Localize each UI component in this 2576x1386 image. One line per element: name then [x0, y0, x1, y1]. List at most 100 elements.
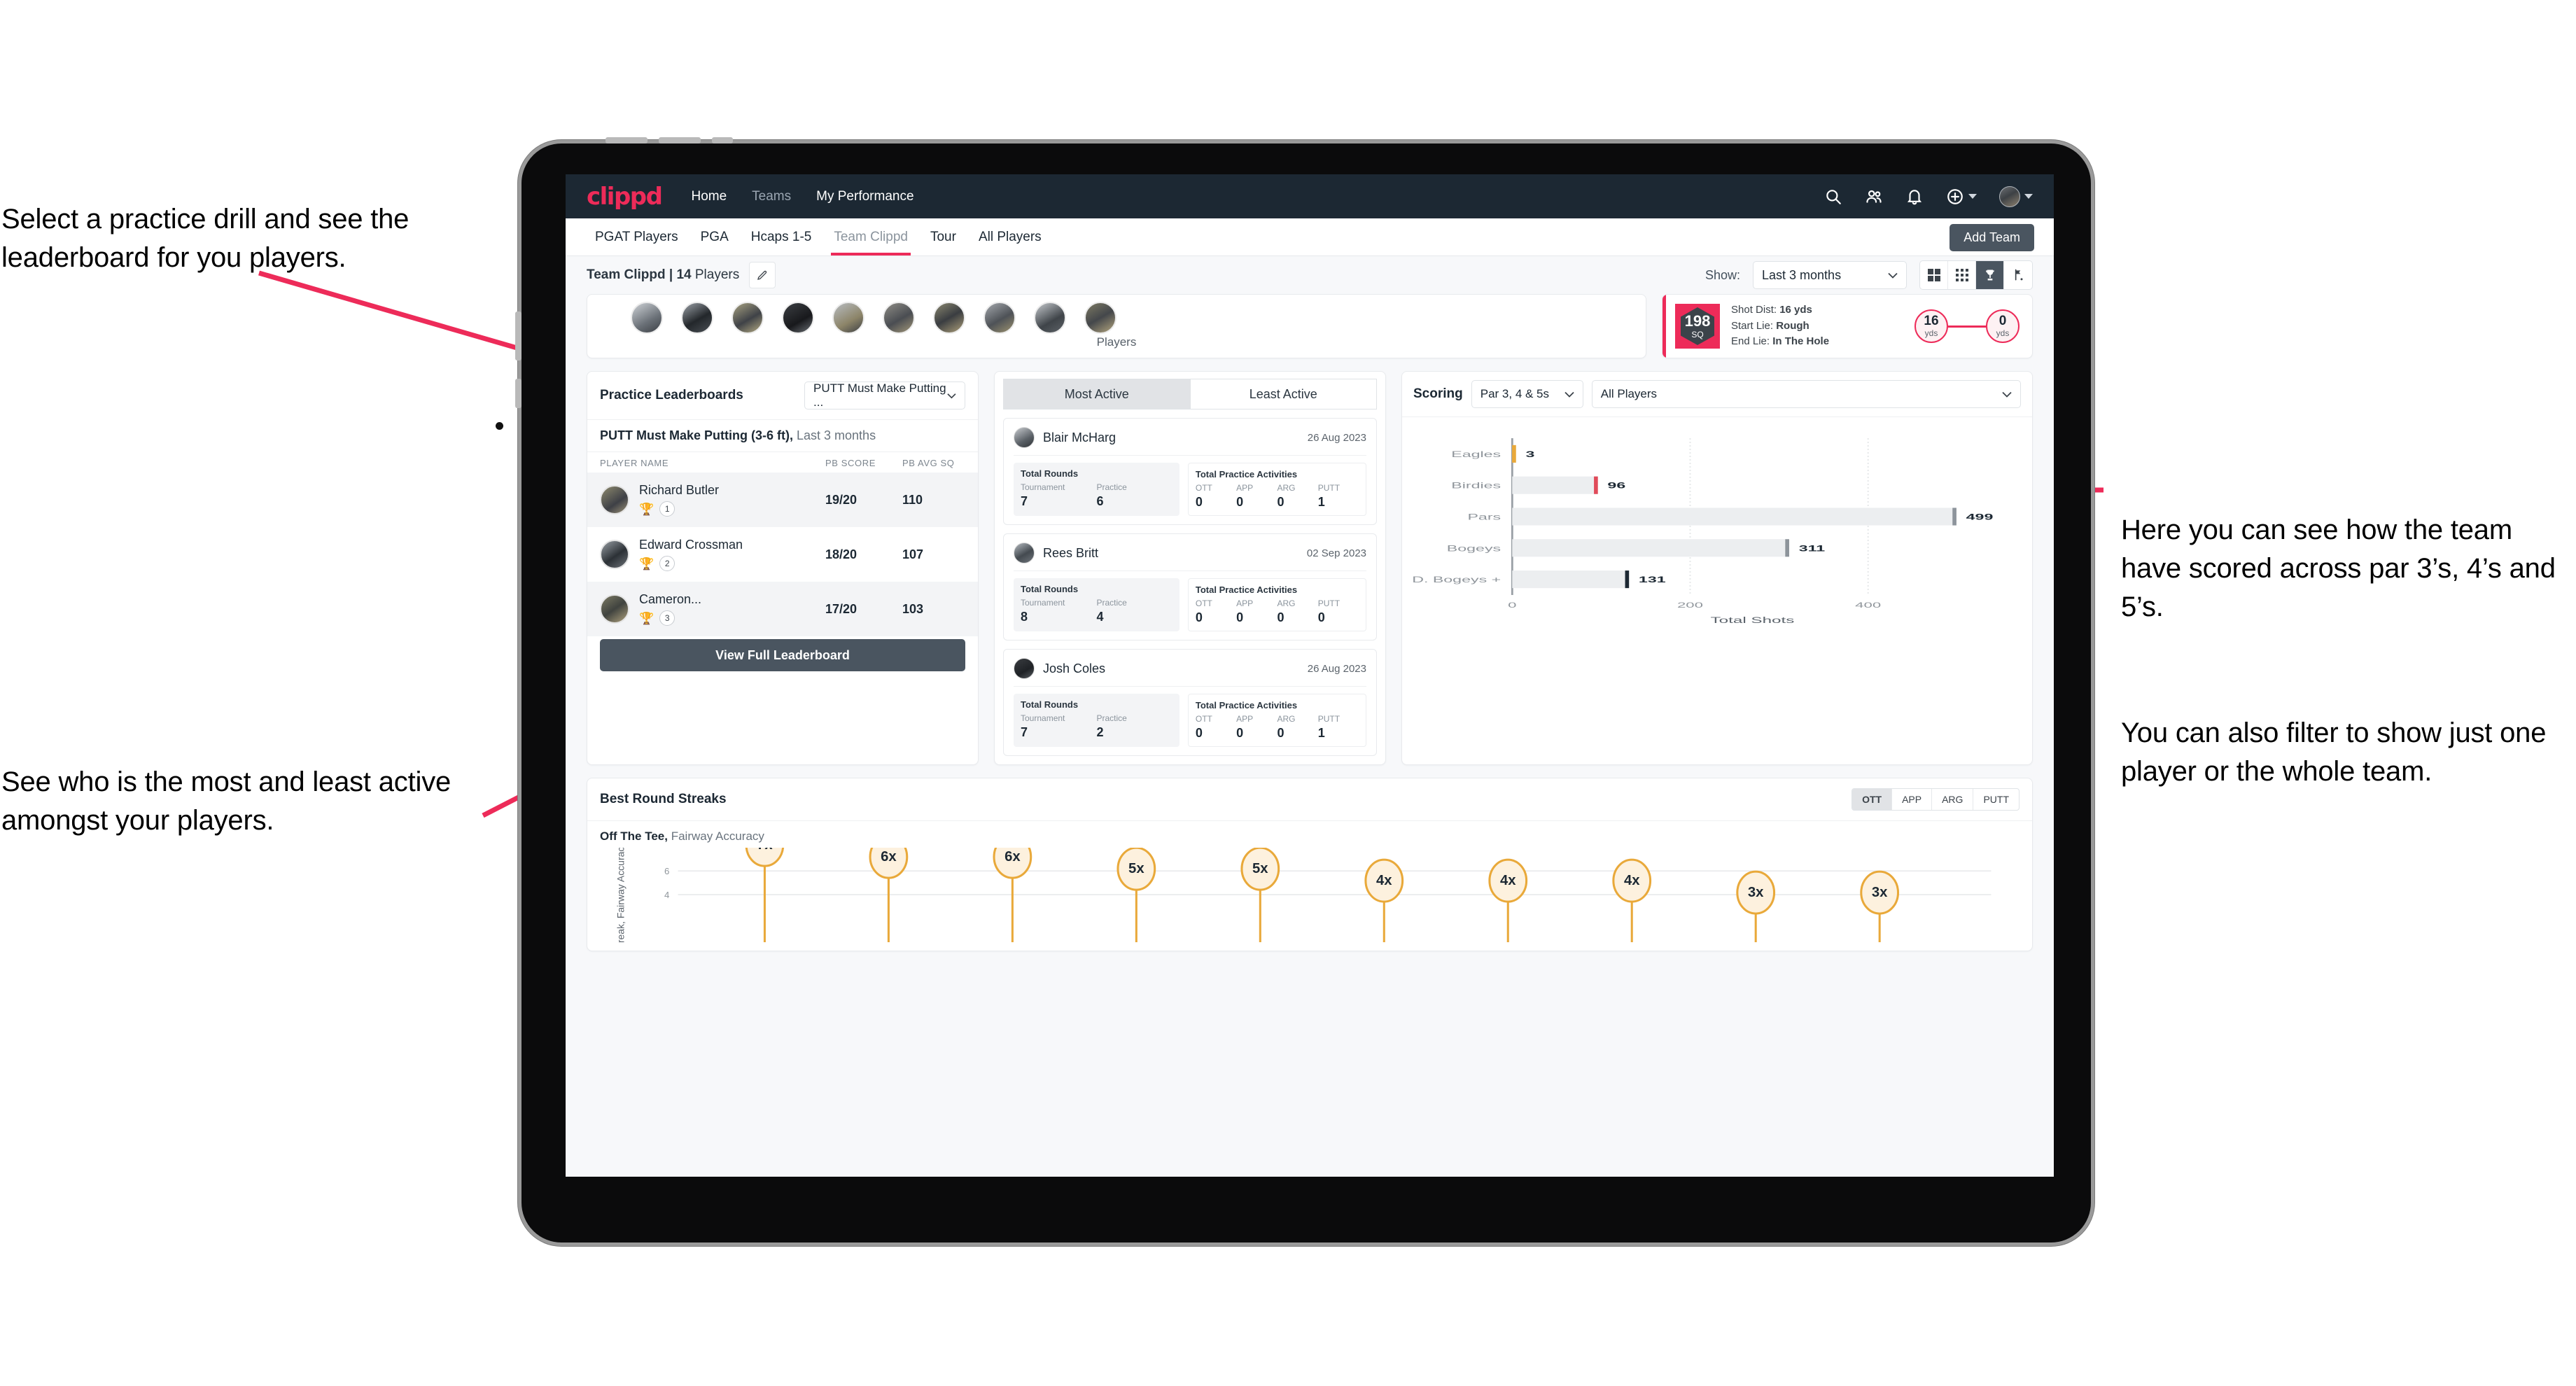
- top-navigation-bar: clippd Home Teams My Performance: [566, 174, 2054, 218]
- bar-cap: [1785, 539, 1789, 557]
- activity-tabs: Most Active Least Active: [995, 372, 1385, 410]
- column-pb-avg-sq: PB AVG SQ: [902, 458, 955, 468]
- account-menu-button[interactable]: [1999, 186, 2033, 207]
- list-item[interactable]: Josh Coles 26 Aug 2023 Total Rounds Tour…: [1003, 649, 1377, 756]
- total-rounds-header: Total Rounds: [1021, 584, 1079, 594]
- scoring-title: Scoring: [1413, 386, 1463, 401]
- tab-tour[interactable]: Tour: [919, 218, 967, 255]
- annotation-filter-explainer: You can also filter to show just one pla…: [2121, 718, 2547, 788]
- table-row[interactable]: Richard Butler 🏆 1 19/20 110: [587, 472, 978, 527]
- practice-value: 4: [1096, 610, 1104, 624]
- tab-least-active[interactable]: Least Active: [1189, 379, 1377, 410]
- avatar[interactable]: [832, 302, 864, 334]
- drill-select-value: PUTT Must Make Putting ...: [813, 382, 946, 409]
- x-tick-label: 200: [1677, 601, 1703, 610]
- toggle-arg[interactable]: ARG: [1932, 789, 1974, 810]
- leaderboard-column-headers: PLAYER NAME PB SCORE PB AVG SQ: [587, 451, 978, 472]
- practice-activities-header: Total Practice Activities: [1195, 700, 1298, 710]
- player-name: Blair McHarg: [1043, 430, 1116, 444]
- start-lie-line: Start Lie: Rough: [1731, 318, 1829, 335]
- pb-score-value: 17/20: [825, 601, 858, 616]
- streaks-title: Best Round Streaks: [600, 792, 727, 806]
- practice-value: 6: [1096, 494, 1104, 508]
- par-filter-select[interactable]: Par 3, 4 & 5s: [1471, 380, 1583, 408]
- leaderboard-drill-name: PUTT Must Make Putting (3-6 ft),: [600, 428, 793, 442]
- tab-all-players[interactable]: All Players: [967, 218, 1053, 255]
- nav-link-my-performance[interactable]: My Performance: [816, 189, 913, 204]
- team-title: Team Clippd | 14 Players: [587, 267, 739, 283]
- leaderboard-date-range: Last 3 months: [793, 428, 876, 442]
- tab-hcaps-1-5[interactable]: Hcaps 1-5: [740, 218, 823, 255]
- nav-link-home[interactable]: Home: [691, 189, 727, 204]
- practice-activities-header: Total Practice Activities: [1195, 469, 1298, 479]
- toggle-ott[interactable]: OTT: [1852, 789, 1893, 810]
- app-label: APP: [1236, 598, 1254, 608]
- arg-value: 0: [1277, 495, 1284, 509]
- drill-select[interactable]: PUTT Must Make Putting ...: [804, 382, 965, 410]
- y-tick-label: Pars: [1467, 512, 1501, 522]
- people-icon[interactable]: [1865, 188, 1883, 206]
- avatar: [1014, 427, 1035, 448]
- end-lie-value: In The Hole: [1772, 335, 1830, 348]
- player-filter-select[interactable]: All Players: [1591, 380, 2021, 408]
- start-distance-unit: yds: [1924, 328, 1938, 338]
- tab-most-active[interactable]: Most Active: [1003, 379, 1190, 410]
- practice-label: Practice: [1096, 713, 1127, 723]
- x-axis-label: Total Shots: [1711, 616, 1795, 625]
- list-item[interactable]: Rees Britt 02 Sep 2023 Total Rounds Tour…: [1003, 533, 1377, 640]
- avatar[interactable]: [782, 302, 814, 334]
- trophy-bronze-icon: 🏆: [639, 611, 654, 625]
- practice-activities-header: Total Practice Activities: [1195, 584, 1298, 595]
- scoring-card: Scoring Par 3, 4 & 5s All Players Eagles…: [1401, 371, 2033, 765]
- avatar[interactable]: [883, 302, 915, 334]
- streaks-category-toggle[interactable]: OTT APP ARG PUTT: [1851, 788, 2019, 811]
- shot-start-distance: 16 yds: [1914, 309, 1948, 343]
- avatar[interactable]: [983, 302, 1016, 334]
- view-full-leaderboard-button[interactable]: View Full Leaderboard: [600, 639, 965, 671]
- toggle-app[interactable]: APP: [1892, 789, 1933, 810]
- practice-value: 2: [1096, 725, 1104, 739]
- date-range-select[interactable]: Last 3 months: [1753, 261, 1907, 289]
- table-row[interactable]: Edward Crossman 🏆 2 18/20 107: [587, 527, 978, 582]
- tab-team-clippd[interactable]: Team Clippd: [822, 218, 919, 255]
- avatar[interactable]: [1999, 186, 2020, 207]
- tournament-value: 7: [1021, 725, 1028, 739]
- streaks-subtitle: Off The Tee, Fairway Accuracy: [587, 820, 2032, 844]
- clippd-logo[interactable]: clippd: [587, 183, 663, 211]
- view-mode-toggle[interactable]: [1919, 260, 2033, 290]
- list-item[interactable]: Blair McHarg 26 Aug 2023 Total Rounds To…: [1003, 418, 1377, 525]
- player-name: Richard Butler: [639, 483, 720, 497]
- view-grid-small-button[interactable]: [1948, 261, 1976, 289]
- view-grid-large-button[interactable]: [1920, 261, 1948, 289]
- ott-label: OTT: [1195, 714, 1212, 724]
- y-tick-label: Eagles: [1451, 449, 1501, 458]
- view-flag-button[interactable]: [2004, 261, 2032, 289]
- avatar[interactable]: [732, 302, 764, 334]
- x-tick-label: 0: [1508, 601, 1517, 610]
- avatar[interactable]: [681, 302, 713, 334]
- bell-icon[interactable]: [1905, 188, 1924, 206]
- tab-pga[interactable]: PGA: [690, 218, 740, 255]
- avatar: [600, 485, 629, 514]
- grid-small-icon: [1955, 269, 1968, 281]
- avatar[interactable]: [1034, 302, 1066, 334]
- avatar[interactable]: [631, 302, 663, 334]
- plus-circle-icon[interactable]: [1946, 188, 1964, 206]
- search-icon[interactable]: [1824, 188, 1842, 206]
- view-trophy-button[interactable]: [1976, 261, 2004, 289]
- table-row[interactable]: Cameron... 🏆 3 17/20 103: [587, 582, 978, 636]
- add-menu-button[interactable]: [1946, 188, 1977, 206]
- add-team-button[interactable]: Add Team: [1949, 224, 2034, 251]
- avatar: [600, 540, 629, 569]
- avatar[interactable]: [1084, 302, 1116, 334]
- toggle-putt[interactable]: PUTT: [1973, 789, 2019, 810]
- edit-team-button[interactable]: [749, 262, 776, 288]
- avatar[interactable]: [933, 302, 965, 334]
- nav-link-teams[interactable]: Teams: [752, 189, 791, 204]
- point-label: 3x: [1872, 885, 1888, 900]
- pencil-icon: [757, 270, 767, 280]
- device-volume-button: [515, 312, 522, 360]
- shot-quality-unit: SQ: [1691, 330, 1704, 340]
- team-players-word: Players: [691, 267, 740, 282]
- tab-pgat-players[interactable]: PGAT Players: [584, 218, 690, 255]
